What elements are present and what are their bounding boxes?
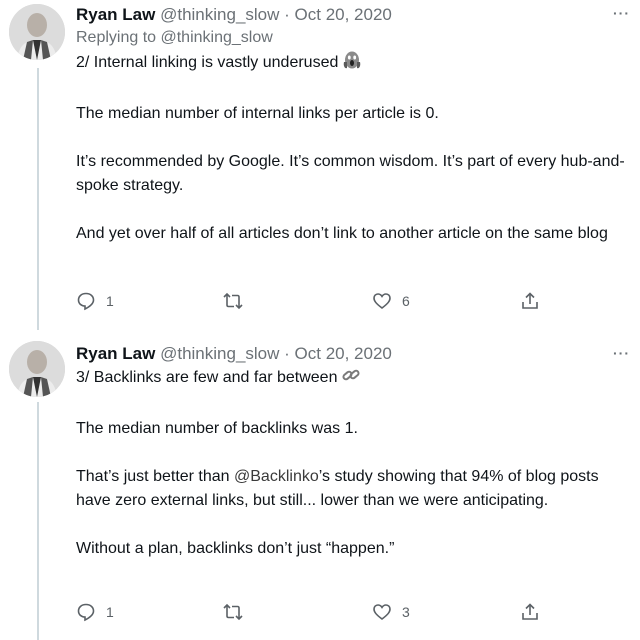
tweet-3[interactable]: Ryan Law @thinking_slow · Oct 20, 2020 3…: [0, 330, 640, 640]
mention-link[interactable]: @Backlinko: [234, 468, 319, 485]
retweet-icon: [222, 291, 244, 311]
retweet-icon: [222, 602, 244, 622]
tweet-paragraph: The median number of backlinks was 1.: [76, 420, 358, 437]
tweet-paragraph: And yet over half of all articles don’t …: [76, 225, 608, 242]
separator: ·: [279, 344, 295, 363]
retweet-button[interactable]: [222, 291, 254, 311]
author-name[interactable]: Ryan Law: [76, 5, 155, 24]
separator: ·: [279, 5, 295, 24]
replying-to[interactable]: Replying to @thinking_slow: [76, 26, 628, 50]
tweet-2[interactable]: Ryan Law @thinking_slow · Oct 20, 2020 R…: [0, 0, 640, 330]
like-icon: [372, 602, 392, 622]
tweet-actions: 1 3: [76, 602, 546, 626]
tweet-paragraph: That’s just better than @Backlinko’s stu…: [76, 465, 628, 513]
tweet-header: Ryan Law @thinking_slow · Oct 20, 2020: [76, 4, 628, 26]
tweet-paragraph: It’s recommended by Google. It’s common …: [76, 153, 625, 194]
avatar[interactable]: [9, 341, 65, 397]
share-icon: [520, 291, 540, 311]
share-button[interactable]: [520, 291, 540, 311]
reply-icon: [76, 291, 96, 311]
tweet-headline: 3/ Backlinks are few and far between: [76, 365, 628, 393]
reply-button[interactable]: 1: [76, 291, 114, 311]
like-count: 3: [402, 604, 410, 620]
tweet-headline: 2/ Internal linking is vastly underused: [76, 50, 628, 78]
author-name[interactable]: Ryan Law: [76, 344, 155, 363]
tweet-paragraph: Without a plan, backlinks don’t just “ha…: [76, 540, 395, 557]
share-icon: [520, 602, 540, 622]
tweet-header: Ryan Law @thinking_slow · Oct 20, 2020: [76, 343, 628, 365]
scream-emoji-icon: [342, 50, 362, 78]
like-icon: [372, 291, 392, 311]
paragraph-text: That’s just better than: [76, 468, 235, 485]
more-icon[interactable]: ···: [613, 6, 630, 20]
like-button[interactable]: 3: [372, 602, 410, 622]
reply-icon: [76, 602, 96, 622]
headline-text: 2/ Internal linking is vastly underused: [76, 54, 339, 71]
reply-count: 1: [106, 293, 114, 309]
link-emoji-icon: [341, 365, 361, 393]
headline-text: 3/ Backlinks are few and far between: [76, 369, 338, 386]
tweet-date[interactable]: Oct 20, 2020: [295, 5, 392, 24]
more-icon[interactable]: ···: [613, 346, 630, 360]
author-handle[interactable]: @thinking_slow: [160, 5, 279, 24]
reply-button[interactable]: 1: [76, 602, 114, 622]
like-count: 6: [402, 293, 410, 309]
author-handle[interactable]: @thinking_slow: [160, 344, 279, 363]
avatar[interactable]: [9, 4, 65, 60]
tweet-actions: 1 6: [76, 291, 546, 315]
retweet-button[interactable]: [222, 602, 254, 622]
tweet-date[interactable]: Oct 20, 2020: [295, 344, 392, 363]
share-button[interactable]: [520, 602, 540, 622]
like-button[interactable]: 6: [372, 291, 410, 311]
tweet-paragraph: The median number of internal links per …: [76, 105, 439, 122]
reply-count: 1: [106, 604, 114, 620]
